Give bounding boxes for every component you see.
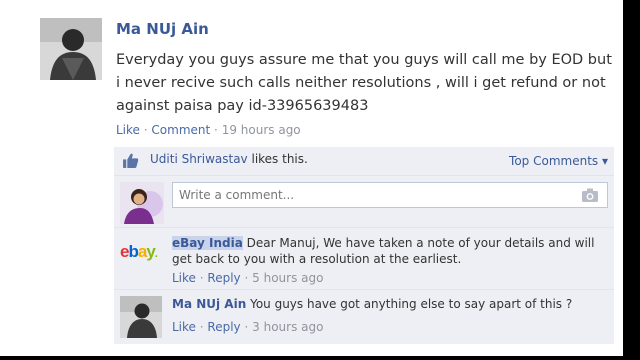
comments-panel: Uditi Shriwastav likes this. Top Comment… (114, 147, 614, 344)
post-text: Everyday you guys assure me that you guy… (116, 52, 612, 114)
comment-body: Ma NUj Ain You guys have got anything el… (172, 296, 602, 312)
comment-body: eBay India Dear Manuj, We have taken a n… (172, 235, 602, 267)
post-comment-link[interactable]: Comment (151, 123, 210, 137)
thumbs-up-icon (123, 153, 139, 168)
comment-item: ebay. eBay India Dear Manuj, We have tak… (114, 227, 614, 288)
comment-input[interactable]: Write a comment... (172, 182, 608, 208)
comment-like-link[interactable]: Like (172, 320, 196, 334)
separator: · (214, 123, 218, 137)
current-user-avatar (120, 182, 164, 224)
comment-placeholder: Write a comment... (179, 188, 295, 202)
comment-reply-link[interactable]: Reply (207, 320, 240, 334)
comment-reply-link[interactable]: Reply (207, 271, 240, 285)
comment-author[interactable]: eBay India (172, 236, 243, 250)
screen-border (623, 0, 640, 360)
comment-author-avatar[interactable] (120, 296, 162, 338)
post-author-name[interactable]: Ma NUj Ain (116, 20, 209, 38)
ebay-logo[interactable]: ebay. (120, 242, 164, 262)
comment-text: You guys have got anything else to say a… (250, 297, 573, 311)
comment-author[interactable]: Ma NUj Ain (172, 297, 246, 311)
comment-like-link[interactable]: Like (172, 271, 196, 285)
comment-actions: Like · Reply · 3 hours ago (172, 320, 323, 334)
post-author-avatar[interactable] (40, 18, 102, 80)
screen-border (0, 356, 640, 360)
comment-timestamp[interactable]: 3 hours ago (252, 320, 323, 334)
post-actions: Like · Comment · 19 hours ago (116, 123, 301, 137)
separator: · (199, 271, 204, 285)
camera-icon[interactable] (581, 187, 599, 203)
separator: · (244, 320, 249, 334)
separator: · (143, 123, 148, 137)
post-like-link[interactable]: Like (116, 123, 140, 137)
comment-timestamp[interactable]: 5 hours ago (252, 271, 323, 285)
comment-actions: Like · Reply · 5 hours ago (172, 271, 323, 285)
top-comments-dropdown[interactable]: Top Comments ▾ (509, 154, 608, 168)
likes-suffix: likes this. (247, 152, 308, 166)
post-timestamp[interactable]: 19 hours ago (222, 123, 301, 137)
likes-text: Uditi Shriwastav likes this. (150, 152, 308, 166)
likes-row: Uditi Shriwastav likes this. Top Comment… (114, 147, 614, 176)
separator: · (244, 271, 249, 285)
separator: · (199, 320, 204, 334)
liker-name[interactable]: Uditi Shriwastav (150, 152, 248, 166)
comment-item: Ma NUj Ain You guys have got anything el… (114, 289, 614, 345)
